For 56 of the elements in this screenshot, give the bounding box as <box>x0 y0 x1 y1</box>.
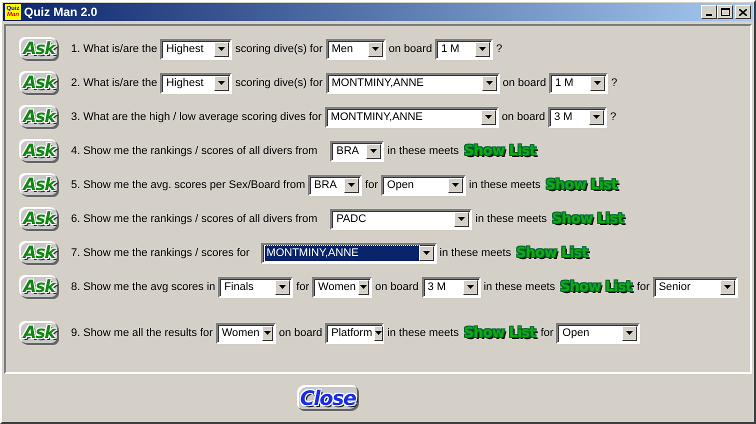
question-text: in these meets <box>484 281 556 293</box>
dropdown[interactable]: Open <box>556 322 640 344</box>
dropdown[interactable]: Platform <box>325 322 384 344</box>
question-text: 3. What are the high / low average scoring dives for <box>71 111 322 123</box>
question-text: for <box>365 179 378 191</box>
dropdown[interactable]: BRA <box>308 174 362 196</box>
question-text: in these meets <box>469 179 541 191</box>
close-button[interactable]: Close <box>297 385 359 411</box>
dropdown[interactable]: 3 M <box>422 276 481 298</box>
dropdown[interactable]: Women <box>216 322 276 344</box>
close-icon <box>739 8 747 16</box>
question-text: on board <box>375 281 419 293</box>
dropdown[interactable]: Women <box>312 276 372 298</box>
dropdown[interactable]: MONTMINY,ANNE <box>326 72 500 94</box>
question-text: on board <box>502 111 546 123</box>
question-text: 4. Show me the rankings / scores of all divers from <box>71 145 318 157</box>
maximize-button[interactable] <box>717 5 733 19</box>
question-text: on board <box>502 77 546 89</box>
dropdown[interactable]: 3 M <box>548 106 608 128</box>
question-text: 2. What is/are the <box>71 77 158 89</box>
maximize-icon <box>720 8 730 16</box>
dropdown[interactable]: 1 M <box>435 38 494 60</box>
dropdown[interactable]: Senior <box>652 276 738 298</box>
question-text: ? <box>496 43 502 55</box>
question-text: scoring dive(s) for <box>235 77 323 89</box>
question-text: ? <box>610 111 616 123</box>
question-text: in these meets <box>387 145 459 157</box>
dropdown[interactable]: Highest <box>160 72 232 94</box>
dropdown[interactable]: Highest <box>160 38 232 60</box>
dropdown[interactable]: 1 M <box>549 72 608 94</box>
minimize-button[interactable] <box>701 5 717 19</box>
question-text: 7. Show me the rankings / scores for <box>71 247 250 259</box>
dropdown[interactable]: MONTMINY,ANNE <box>324 106 499 128</box>
close-button[interactable] <box>735 5 751 19</box>
question-text: for <box>636 281 650 293</box>
question-text: in these meets <box>387 327 459 339</box>
dropdown[interactable]: MONTMINY,ANNE <box>260 242 437 264</box>
question-text: 8. Show me the avg scores in <box>71 281 216 293</box>
question-text: on board <box>388 43 432 55</box>
question-text: for <box>296 281 310 293</box>
question-text: in these meets <box>440 247 512 259</box>
question-text: 5. Show me the avg. scores per Sex/Board from <box>71 179 306 191</box>
dropdown[interactable]: PADC <box>330 208 472 230</box>
dropdown[interactable]: BRA <box>330 140 384 162</box>
question-text: 9. Show me all the results for <box>71 327 213 339</box>
dropdown[interactable]: Finals <box>218 276 294 298</box>
question-text: ? <box>611 77 618 89</box>
question-text: on board <box>278 327 322 339</box>
dropdown[interactable]: Open <box>381 174 466 196</box>
question-text: 6. Show me the rankings / scores of all divers from <box>71 213 318 225</box>
question-text: in these meets <box>475 213 547 225</box>
question-text: 1. What is/are the <box>71 43 158 55</box>
dropdown[interactable]: Men <box>326 38 386 60</box>
question-text: for <box>540 327 554 339</box>
window-title: Quiz Man 2.0 <box>24 5 98 19</box>
question-text: scoring dive(s) for <box>235 43 323 55</box>
